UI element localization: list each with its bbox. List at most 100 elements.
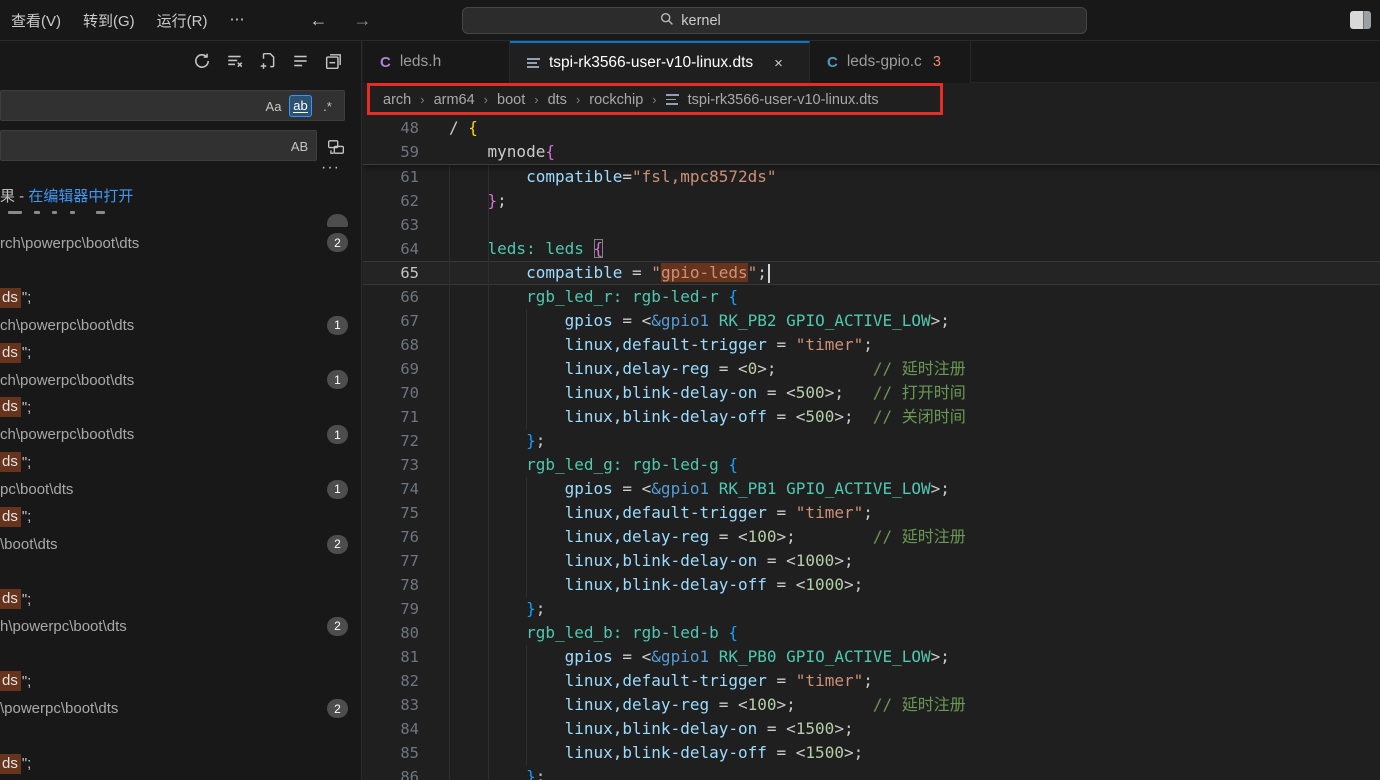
code-editor[interactable]: 48/ {59 mynode{ 61 compatible="fsl,mpc85… [363,116,1380,780]
search-result-row[interactable] [0,640,362,667]
code-line-79[interactable]: 79 }; [363,597,1380,621]
code-line-72[interactable]: 72 }; [363,429,1380,453]
tab-leds.h[interactable]: Cleds.h [363,41,510,83]
code-line-73[interactable]: 73 rgb_led_g: rgb-led-g { [363,453,1380,477]
match-count-badge: 2 [327,699,348,718]
code-line-text: }; [449,429,545,453]
breadcrumb-item-dts[interactable]: dts [548,92,567,108]
clear-search-results-icon[interactable] [225,51,245,71]
code-line-81[interactable]: 81 gpios = <&gpio1 RK_PB0 GPIO_ACTIVE_LO… [363,645,1380,669]
breadcrumb-file[interactable]: tspi-rk3566-user-v10-linux.dts [688,92,879,108]
code-line-84[interactable]: 84 linux,blink-delay-on = <1500>; [363,717,1380,741]
close-tab-icon[interactable]: × [774,55,783,72]
search-result-row[interactable]: ds"; [0,750,362,777]
code-line-66[interactable]: 66 rgb_led_r: rgb-led-r { [363,285,1380,309]
indent-guide [526,309,527,429]
menu-转到(G)[interactable]: 转到(G) [72,6,146,35]
code-line-text: rgb_led_g: rgb-led-g { [449,453,738,477]
code-line-59[interactable]: 59 mynode{ [363,140,1380,164]
replace-all-icon[interactable] [325,136,347,158]
search-result-row[interactable] [0,558,362,585]
code-line-65[interactable]: 65 compatible = "gpio-leds"; [363,261,1380,285]
code-line-74[interactable]: 74 gpios = <&gpio1 RK_PB1 GPIO_ACTIVE_LO… [363,477,1380,501]
tab-leds-gpio.c[interactable]: Cleds-gpio.c3 [810,41,971,83]
search-result-row[interactable] [0,202,362,229]
history-forward-icon[interactable]: → [352,10,374,31]
clipped-row-text-fragment [96,211,105,214]
line-number: 83 [363,696,419,714]
open-new-search-editor-icon[interactable] [258,51,278,71]
whole-word-toggle[interactable]: ab [289,95,312,117]
search-result-row[interactable]: ds"; [0,585,362,612]
code-line-63[interactable]: 63 [363,213,1380,237]
text-cursor [768,264,770,283]
line-number: 64 [363,240,419,258]
search-result-file-row[interactable]: ch\powerpc\boot\dts1 [0,421,362,448]
code-line-64[interactable]: 64 leds: leds { [363,237,1380,261]
search-result-row[interactable]: ds"; [0,668,362,695]
code-line-70[interactable]: 70 linux,blink-delay-on = <500>; // 打开时间 [363,381,1380,405]
menu-运行(R)[interactable]: 运行(R) [146,6,219,35]
code-line-69[interactable]: 69 linux,delay-reg = <0>; // 延时注册 [363,357,1380,381]
menu-查看(V)[interactable]: 查看(V) [0,6,72,35]
breadcrumb-item-arm64[interactable]: arm64 [434,92,475,108]
history-back-icon[interactable]: ← [308,10,330,31]
preserve-case-toggle[interactable]: AB [288,135,311,157]
breadcrumb-item-rockchip[interactable]: rockchip [589,92,643,108]
code-line-75[interactable]: 75 linux,default-trigger = "timer"; [363,501,1380,525]
code-line-85[interactable]: 85 linux,blink-delay-off = <1500>; [363,741,1380,765]
code-line-62[interactable]: 62 }; [363,189,1380,213]
search-input[interactable]: Aaab.* [0,90,345,121]
line-number: 80 [363,624,419,642]
replace-input[interactable]: AB [0,130,317,161]
search-result-file-row[interactable]: ch\powerpc\boot\dts1 [0,312,362,339]
command-center-search[interactable]: kernel [462,7,1087,34]
c-language-icon: C [827,54,838,71]
search-result-row[interactable]: ds"; [0,449,362,476]
code-line-83[interactable]: 83 linux,delay-reg = <100>; // 延时注册 [363,693,1380,717]
refresh-icon[interactable] [192,51,212,71]
search-result-row[interactable] [0,722,362,749]
layout-toggle-icon[interactable] [1350,11,1371,29]
code-line-48[interactable]: 48/ { [363,116,1380,140]
search-result-file-row[interactable]: rch\powerpc\boot\dts2 [0,229,362,256]
search-result-file-row[interactable]: pc\boot\dts1 [0,476,362,503]
line-number: 62 [363,192,419,210]
code-line-82[interactable]: 82 linux,default-trigger = "timer"; [363,669,1380,693]
search-result-row[interactable]: ds"; [0,339,362,366]
line-number: 78 [363,576,419,594]
code-line-86[interactable]: 86 }; [363,765,1380,780]
breadcrumb-item-boot[interactable]: boot [497,92,525,108]
code-line-77[interactable]: 77 linux,blink-delay-on = <1000>; [363,549,1380,573]
search-result-file-row[interactable]: ch\powerpc\boot\dts1 [0,366,362,393]
expand-all-icon[interactable] [291,51,311,71]
match-case-toggle[interactable]: Aa [262,95,285,117]
line-number: 79 [363,600,419,618]
collapse-all-icon[interactable] [324,51,344,71]
breadcrumb-item-arch[interactable]: arch [383,92,411,108]
code-line-61[interactable]: 61 compatible="fsl,mpc8572ds" [363,165,1380,189]
code-line-76[interactable]: 76 linux,delay-reg = <100>; // 延时注册 [363,525,1380,549]
search-results-list: rch\powerpc\boot\dts2ds";ch\powerpc\boot… [0,202,362,777]
search-result-file-row[interactable]: h\powerpc\boot\dts2 [0,613,362,640]
search-result-file-row[interactable]: \boot\dts2 [0,531,362,558]
code-line-text: / { [449,116,478,140]
search-result-row[interactable] [0,257,362,284]
match-highlight: ds [0,671,21,691]
clipped-row-text-fragment [34,211,40,214]
search-result-row[interactable]: ds"; [0,284,362,311]
search-result-file-row[interactable]: \powerpc\boot\dts2 [0,695,362,722]
code-line-78[interactable]: 78 linux,blink-delay-off = <1000>; [363,573,1380,597]
code-line-71[interactable]: 71 linux,blink-delay-off = <500>; // 关闭时… [363,405,1380,429]
tab-tspi-rk3566-user-v10-linux.dts[interactable]: tspi-rk3566-user-v10-linux.dts× [510,41,810,83]
code-line-68[interactable]: 68 linux,default-trigger = "timer"; [363,333,1380,357]
breadcrumb[interactable]: arch›arm64›boot›dts›rockchip›tspi-rk3566… [363,83,1380,116]
search-result-row[interactable]: ds"; [0,394,362,421]
toggle-search-details[interactable]: ··· [321,159,340,177]
use-regex-toggle[interactable]: .* [316,95,339,117]
menu-⋯[interactable]: ⋯ [219,6,256,35]
breadcrumb-chevron-icon: › [534,92,538,107]
search-result-row[interactable]: ds"; [0,503,362,530]
code-line-67[interactable]: 67 gpios = <&gpio1 RK_PB2 GPIO_ACTIVE_LO… [363,309,1380,333]
code-line-80[interactable]: 80 rgb_led_b: rgb-led-b { [363,621,1380,645]
